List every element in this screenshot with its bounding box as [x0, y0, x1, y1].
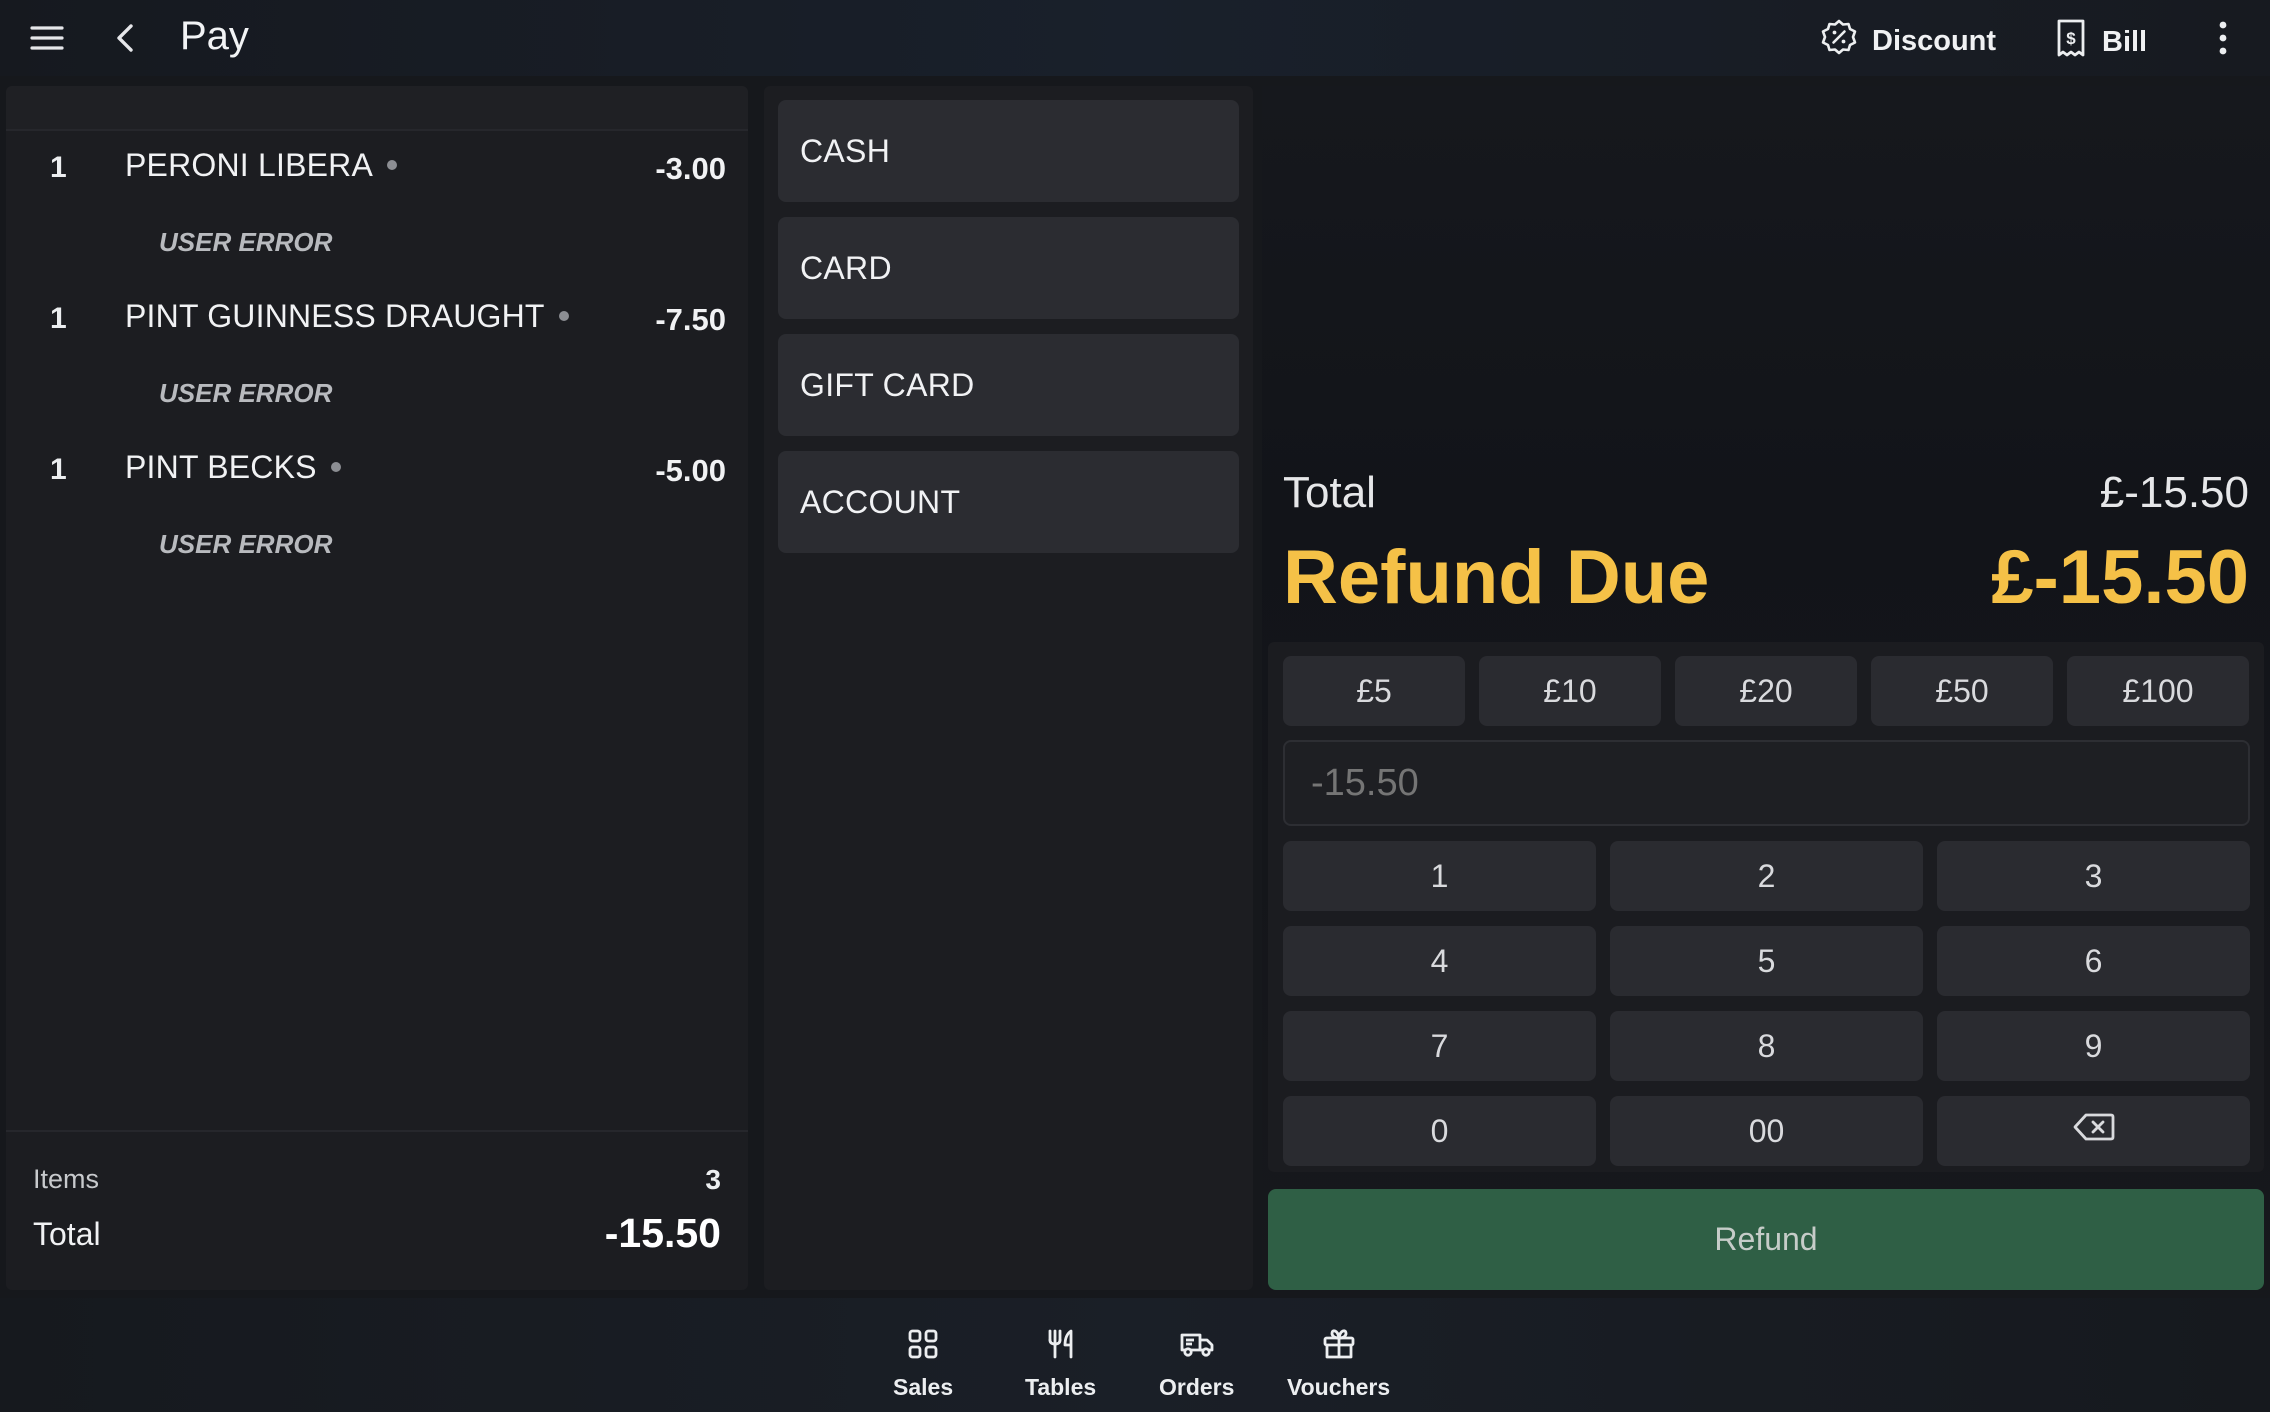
order-list-header	[6, 86, 748, 131]
status-dot-icon	[558, 310, 569, 321]
quick-amount-50-button[interactable]: £50	[1871, 656, 2053, 726]
items-count-value: 3	[705, 1164, 721, 1195]
discount-button[interactable]: Discount	[1820, 18, 1996, 64]
amount-input[interactable]	[1283, 740, 2250, 826]
keypad-key-4[interactable]: 4	[1283, 926, 1596, 996]
bill-label: Bill	[2102, 25, 2148, 58]
nav-item-vouchers[interactable]: Vouchers	[1287, 1328, 1390, 1401]
item-note: USER ERROR	[159, 378, 333, 408]
item-quantity: 1	[50, 302, 67, 335]
payment-method-card-button[interactable]: CARD	[778, 217, 1239, 319]
payment-method-gift-card-button[interactable]: GIFT CARD	[778, 334, 1239, 436]
item-quantity: 1	[50, 151, 67, 184]
keypad-key-7[interactable]: 7	[1283, 1011, 1596, 1081]
grid-icon	[907, 1328, 939, 1374]
item-price: -7.50	[655, 302, 726, 337]
keypad-key-1[interactable]: 1	[1283, 841, 1596, 911]
nav-label: Orders	[1159, 1374, 1235, 1400]
backspace-icon	[2073, 1112, 2115, 1150]
quick-amount-10-button[interactable]: £10	[1479, 656, 1661, 726]
more-vertical-icon[interactable]	[2203, 18, 2243, 58]
status-dot-icon	[330, 461, 341, 472]
bill-button[interactable]: $ Bill	[2054, 18, 2147, 66]
refund-due-value: £-15.50	[1991, 535, 2249, 620]
status-dot-icon	[387, 159, 398, 170]
keypad-key-00[interactable]: 00	[1610, 1096, 1923, 1166]
keypad-key-5[interactable]: 5	[1610, 926, 1923, 996]
back-chevron-icon[interactable]	[105, 18, 145, 58]
cutlery-icon	[1045, 1328, 1077, 1374]
bottom-navigation: Sales Tables Orders Vouchers	[0, 1298, 2270, 1412]
nav-item-sales[interactable]: Sales	[893, 1328, 953, 1401]
payment-method-account-button[interactable]: ACCOUNT	[778, 451, 1239, 553]
item-name-text: PINT BECKS	[125, 449, 317, 485]
quick-amount-100-button[interactable]: £100	[2067, 656, 2249, 726]
order-summary: Items 3 Total -15.50	[6, 1130, 748, 1290]
nav-label: Vouchers	[1287, 1374, 1391, 1400]
page-title: Pay	[180, 14, 249, 58]
discount-label: Discount	[1872, 24, 1997, 57]
keypad-backspace-button[interactable]	[1937, 1096, 2250, 1166]
order-item[interactable]: 1 PINT GUINNESS DRAUGHT -7.50 USER ERROR	[6, 282, 748, 433]
total-value: £-15.50	[2099, 468, 2249, 517]
discount-badge-icon	[1820, 18, 1858, 64]
item-note: USER ERROR	[159, 529, 333, 559]
order-item[interactable]: 1 PINT BECKS -5.00 USER ERROR	[6, 433, 748, 584]
svg-text:$: $	[2066, 29, 2076, 48]
items-count-label: Items	[33, 1164, 100, 1194]
keypad-key-2[interactable]: 2	[1610, 841, 1923, 911]
gift-icon	[1322, 1328, 1356, 1374]
item-quantity: 1	[50, 453, 67, 486]
quick-amount-5-button[interactable]: £5	[1283, 656, 1465, 726]
keypad-key-0[interactable]: 0	[1283, 1096, 1596, 1166]
keypad-key-8[interactable]: 8	[1610, 1011, 1923, 1081]
item-price: -5.00	[655, 453, 726, 488]
nav-item-orders[interactable]: Orders	[1159, 1328, 1234, 1401]
order-total-label: Total	[33, 1216, 101, 1252]
keypad-key-3[interactable]: 3	[1937, 841, 2250, 911]
menu-icon[interactable]	[27, 18, 67, 58]
keypad-key-6[interactable]: 6	[1937, 926, 2250, 996]
item-note: USER ERROR	[159, 227, 333, 257]
keypad-panel: £5 £10 £20 £50 £100 1 2 3 4 5 6 7 8 9 0 …	[1268, 642, 2264, 1172]
refund-button[interactable]: Refund	[1268, 1189, 2264, 1290]
receipt-dollar-icon: $	[2054, 18, 2088, 66]
order-item[interactable]: 1 PERONI LIBERA -3.00 USER ERROR	[6, 131, 748, 282]
payment-panel: Total £-15.50 Refund Due £-15.50 £5 £10 …	[1262, 86, 2270, 1290]
payment-method-cash-button[interactable]: CASH	[778, 100, 1239, 202]
nav-label: Tables	[1025, 1374, 1097, 1400]
item-name-text: PERONI LIBERA	[125, 147, 374, 183]
delivery-truck-icon	[1179, 1328, 1215, 1374]
nav-item-tables[interactable]: Tables	[1025, 1328, 1096, 1401]
refund-due-label: Refund Due	[1283, 535, 1710, 620]
item-name: PERONI LIBERA	[125, 147, 398, 184]
item-name: PINT BECKS	[125, 449, 341, 486]
order-panel: 1 PERONI LIBERA -3.00 USER ERROR 1 PINT …	[6, 86, 748, 1290]
payment-methods-panel: CASH CARD GIFT CARD ACCOUNT	[764, 86, 1253, 1290]
top-bar: Pay Discount $ Bill	[0, 0, 2270, 76]
item-price: -3.00	[655, 151, 726, 186]
total-label: Total	[1283, 468, 1376, 517]
order-total-value: -15.50	[604, 1210, 721, 1256]
item-name-text: PINT GUINNESS DRAUGHT	[125, 298, 545, 334]
quick-amount-20-button[interactable]: £20	[1675, 656, 1857, 726]
keypad-key-9[interactable]: 9	[1937, 1011, 2250, 1081]
item-name: PINT GUINNESS DRAUGHT	[125, 298, 569, 335]
nav-label: Sales	[893, 1374, 954, 1400]
